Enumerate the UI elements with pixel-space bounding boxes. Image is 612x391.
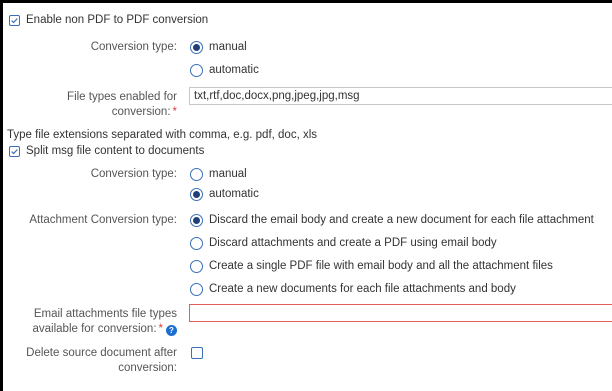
attachment-option-discard-attachments-radio[interactable] [190,237,203,250]
required-asterisk: * [172,106,177,118]
conversion-type-automatic-label: automatic [209,64,259,76]
attachment-option-single-pdf-radio[interactable] [190,260,203,273]
email-attachment-types-label-line2: available for conversion: *? [13,323,177,336]
attachment-option-new-documents-label: Create a new documents for each file att… [209,283,516,295]
conversion-type-label: Conversion type: [90,41,177,53]
msg-conversion-type-automatic-radio[interactable] [190,188,203,201]
attachment-option-new-documents-radio[interactable] [190,283,203,296]
attachment-option-discard-body-label: Discard the email body and create a new … [209,214,594,226]
conversion-type-manual-radio[interactable] [190,41,203,54]
split-msg-label: Split msg file content to documents [26,145,205,157]
file-types-label-line2: conversion: * [111,106,177,118]
delete-source-label: Delete source document after [26,347,177,359]
file-types-input[interactable] [189,87,612,105]
attachment-option-single-pdf-label: Create a single PDF file with email body… [209,260,553,272]
conversion-settings-panel: Enable non PDF to PDF conversion Convers… [1,1,612,391]
file-extensions-hint: Type file extensions separated with comm… [7,129,318,141]
file-types-label: File types enabled for [67,91,177,103]
email-attachment-types-input[interactable] [189,304,612,322]
required-asterisk: * [158,323,163,335]
attachment-option-discard-body-radio[interactable] [190,214,203,227]
checkmark-icon [11,18,18,24]
enable-conversion-label: Enable non PDF to PDF conversion [26,14,209,26]
radio-selected-dot [193,44,200,51]
msg-conversion-type-automatic-label: automatic [209,188,259,200]
conversion-type-automatic-radio[interactable] [190,64,203,77]
msg-conversion-type-label: Conversion type: [90,168,177,180]
radio-selected-dot [193,191,200,198]
delete-source-label-line2: conversion: [118,362,177,374]
delete-source-checkbox[interactable] [191,347,203,359]
msg-conversion-type-manual-radio[interactable] [190,168,203,181]
checkmark-icon [11,149,18,155]
attachment-conversion-type-label: Attachment Conversion type: [29,214,177,226]
conversion-type-manual-label: manual [209,41,247,53]
msg-conversion-type-manual-label: manual [209,168,247,180]
enable-conversion-checkbox[interactable] [9,15,20,26]
attachment-option-discard-attachments-label: Discard attachments and create a PDF usi… [209,237,497,249]
question-circle-icon[interactable]: ? [166,325,177,336]
email-attachment-types-label: Email attachments file types [33,308,177,320]
radio-selected-dot [193,217,200,224]
split-msg-checkbox[interactable] [9,146,20,157]
